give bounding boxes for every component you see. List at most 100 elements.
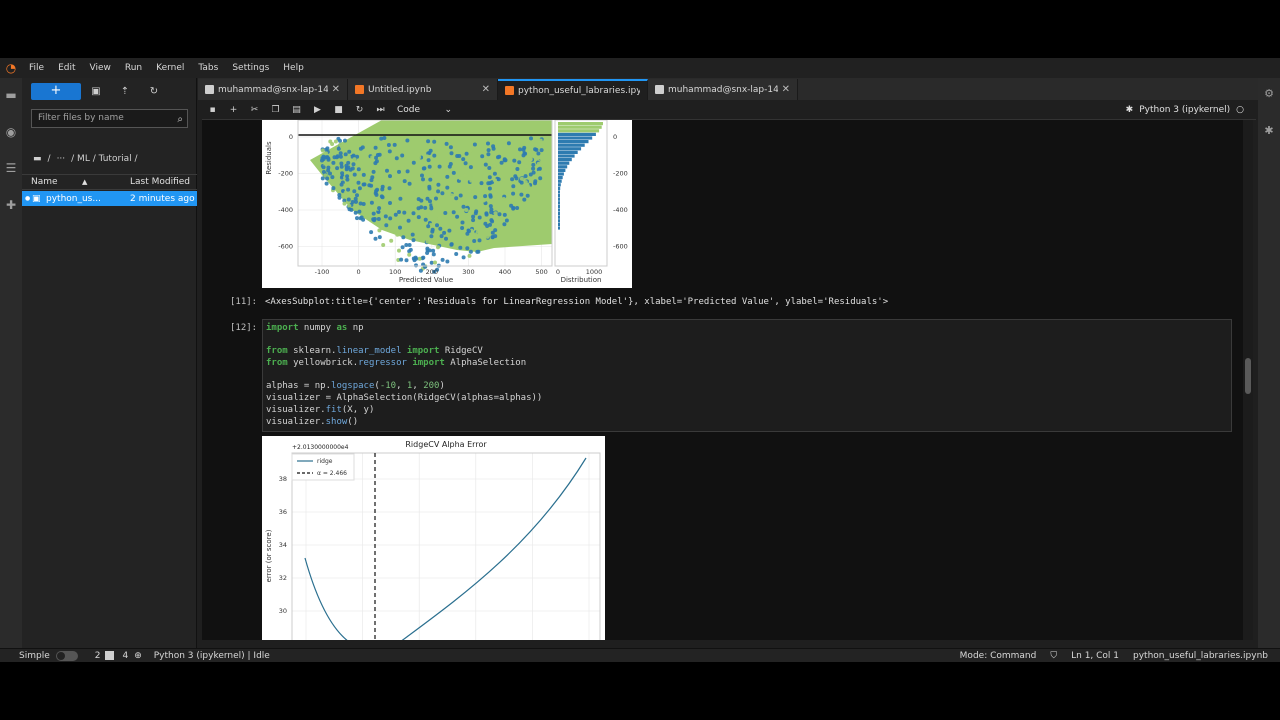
scatter-point — [473, 232, 478, 237]
scatter-point — [337, 195, 342, 200]
tab-terminal-1[interactable]: muhammad@snx-lap-142: ~ ✕ — [198, 79, 348, 100]
close-icon[interactable]: ✕ — [482, 84, 490, 95]
residuals-xlabel: Predicted Value — [399, 276, 453, 284]
close-icon[interactable]: ✕ — [782, 84, 790, 95]
histogram-bar — [558, 158, 572, 162]
bug-icon[interactable]: ✱ — [1126, 100, 1134, 120]
menu-settings[interactable]: Settings — [225, 58, 276, 78]
scatter-point — [408, 247, 413, 252]
filter-files-input[interactable]: Filter files by name ⌕ — [31, 109, 188, 128]
scatter-point — [525, 193, 530, 198]
menu-file[interactable]: File — [22, 58, 51, 78]
scatter-point — [480, 154, 485, 159]
cell-type-select[interactable]: Code ⌄ — [397, 105, 452, 115]
tab-python-useful-labraries[interactable]: python_useful_labraries.ipynb — [498, 79, 648, 100]
simple-mode-toggle[interactable] — [55, 650, 78, 661]
file-name: python_us... — [46, 193, 101, 204]
breadcrumb-root[interactable]: / — [48, 154, 51, 164]
alpha-ylabel: error (or score) — [265, 529, 273, 582]
folder-icon[interactable]: ▬ — [4, 88, 18, 102]
scatter-point — [426, 224, 431, 229]
notebook-panel[interactable]: -100 0 100 200 300 400 500 0 0 -200 -200 -400 -400 -6… — [202, 120, 1243, 640]
run-icon[interactable]: ▶ — [307, 100, 328, 120]
tab-untitled[interactable]: Untitled.ipynb ✕ — [348, 79, 498, 100]
scatter-point — [482, 198, 486, 203]
main-area: muhammad@snx-lap-142: ~ ✕ Untitled.ipynb… — [198, 78, 1280, 648]
breadcrumb-home-icon[interactable]: ▬ — [33, 154, 42, 164]
chevron-down-icon: ⌄ — [444, 104, 452, 115]
stop-icon[interactable]: ■ — [328, 100, 349, 120]
scatter-point — [425, 239, 430, 244]
notebook-toolbar: ▪ + ✂ ❐ ▤ ▶ ■ ↻ ⏭ Code ⌄ ✱ Python 3 (ipy… — [202, 100, 1256, 120]
top-letterbox — [0, 0, 1280, 58]
scatter-point — [419, 198, 424, 203]
menu-run[interactable]: Run — [118, 58, 149, 78]
cut-icon[interactable]: ✂ — [244, 100, 265, 120]
save-icon[interactable]: ▪ — [202, 100, 223, 120]
cursor-position[interactable]: Ln 1, Col 1 — [1071, 651, 1119, 661]
notebook-scrollbar[interactable] — [1243, 120, 1253, 640]
column-last-modified[interactable]: Last Modified — [102, 177, 190, 187]
sort-arrow-icon: ▲ — [82, 178, 88, 186]
scatter-point — [355, 216, 359, 221]
current-filename: python_useful_labraries.ipynb — [1133, 651, 1268, 661]
scatter-point — [377, 140, 382, 145]
running-icon[interactable]: ◉ — [4, 125, 18, 139]
upload-icon[interactable]: ⇡ — [118, 85, 132, 99]
code-line: visualizer = AlphaSelection(RidgeCV(alph… — [266, 393, 543, 404]
scrollbar-thumb[interactable] — [1245, 358, 1251, 394]
fast-forward-icon[interactable]: ⏭ — [370, 100, 391, 120]
debugger-icon[interactable]: ✱ — [1262, 124, 1276, 138]
tab-terminal-2[interactable]: muhammad@snx-lap-142: ~ ✕ — [648, 79, 798, 100]
scatter-point — [433, 260, 437, 265]
restart-icon[interactable]: ↻ — [349, 100, 370, 120]
status-num-1: 2 — [94, 650, 101, 661]
code-cell-12[interactable]: import numpy as np from sklearn.linear_m… — [262, 319, 1232, 432]
close-icon[interactable]: ✕ — [332, 84, 340, 95]
scatter-point — [347, 207, 352, 212]
scatter-point — [414, 263, 418, 268]
scatter-point — [483, 162, 488, 167]
file-row[interactable]: ● ▣ python_us... 2 minutes ago — [22, 191, 197, 206]
scatter-point — [372, 217, 377, 221]
breadcrumb-path[interactable]: / ML / Tutorial / — [71, 154, 137, 164]
toc-icon[interactable]: ☰ — [4, 161, 18, 175]
scatter-point — [488, 222, 492, 227]
column-name[interactable]: Name — [22, 177, 82, 187]
paste-icon[interactable]: ▤ — [286, 100, 307, 120]
menu-help[interactable]: Help — [276, 58, 311, 78]
menu-tabs[interactable]: Tabs — [191, 58, 225, 78]
menu-view[interactable]: View — [83, 58, 118, 78]
scatter-point — [533, 179, 538, 184]
scatter-point — [371, 211, 376, 216]
property-inspector-icon[interactable]: ⚙ — [1262, 87, 1276, 101]
notebook-icon — [355, 85, 364, 94]
extension-icon[interactable]: ✚ — [4, 198, 18, 212]
menu-kernel[interactable]: Kernel — [149, 58, 191, 78]
histogram-bar — [558, 204, 560, 208]
scatter-point — [487, 186, 492, 191]
menu-edit[interactable]: Edit — [51, 58, 82, 78]
kernel-status[interactable]: Python 3 (ipykernel) | Idle — [154, 651, 270, 661]
new-folder-icon[interactable]: ▣ — [89, 85, 103, 99]
scatter-point — [440, 191, 445, 196]
scatter-point — [454, 252, 459, 256]
scatter-point — [369, 230, 374, 235]
scatter-point — [407, 181, 412, 186]
copy-icon[interactable]: ❐ — [265, 100, 286, 120]
code-line: from sklearn.linear_model import RidgeCV — [266, 346, 483, 357]
scatter-point — [476, 249, 481, 254]
scatter-point — [511, 191, 516, 196]
new-launcher-button[interactable]: + — [31, 83, 81, 100]
refresh-icon[interactable]: ↻ — [147, 85, 161, 99]
breadcrumb-ellipsis[interactable]: ··· — [57, 154, 66, 164]
scatter-point — [397, 248, 401, 253]
scatter-point — [353, 196, 358, 201]
kernel-indicator[interactable]: ✱ Python 3 (ipykernel) ○ — [1126, 100, 1244, 120]
histogram-bar — [558, 179, 562, 183]
scatter-point — [383, 214, 388, 219]
add-cell-icon[interactable]: + — [223, 100, 244, 120]
histogram-bar — [558, 140, 589, 144]
scatter-point — [471, 218, 476, 223]
scatter-point — [458, 176, 463, 181]
